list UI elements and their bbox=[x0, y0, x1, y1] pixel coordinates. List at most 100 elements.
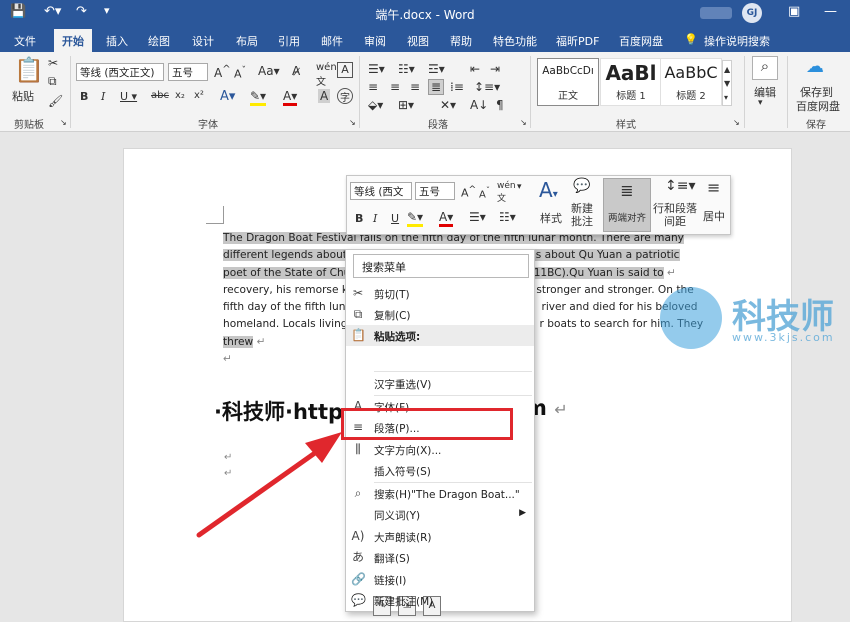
paragraph-launcher-icon[interactable]: ↘ bbox=[520, 118, 527, 127]
menu-item-search[interactable]: ⌕ 搜索(H)"The Dragon Boat..." bbox=[346, 483, 534, 504]
mini-justify-button[interactable]: ≣ 两端对齐 bbox=[603, 178, 651, 232]
mini-font-name-select[interactable]: 等线 (西文 bbox=[350, 182, 412, 200]
baidu-cloud-icon[interactable]: ☁ bbox=[806, 56, 824, 77]
tab-layout[interactable]: 布局 bbox=[236, 33, 258, 49]
menu-item-cut[interactable]: ✂ 剪切(T) bbox=[346, 283, 534, 304]
styles-scroll[interactable]: ▲ ▼ ▾ bbox=[722, 60, 733, 106]
increase-indent-icon[interactable]: ⇥ bbox=[490, 62, 500, 76]
tab-special-features[interactable]: 特色功能 bbox=[493, 33, 537, 49]
minimize-icon[interactable]: — bbox=[824, 4, 837, 19]
shrink-font-icon[interactable]: Aˇ bbox=[234, 65, 246, 81]
text-effects-icon[interactable]: A▾ bbox=[220, 89, 235, 104]
menu-item-new-comment[interactable]: 💬 新建批注(M) bbox=[346, 590, 534, 611]
paste-button[interactable]: 粘贴 bbox=[12, 88, 34, 104]
numbering-icon[interactable]: ☷▾ bbox=[398, 62, 415, 76]
highlight-color-icon[interactable]: ✎▾ bbox=[250, 89, 267, 106]
tab-mailings[interactable]: 邮件 bbox=[321, 33, 343, 49]
copy-icon[interactable]: ⧉ bbox=[48, 74, 57, 89]
style-heading-1[interactable]: AaBl 标题 1 bbox=[600, 58, 662, 106]
mini-shrink-font-icon[interactable]: Aˇ bbox=[479, 185, 490, 200]
mini-bullets-icon[interactable]: ☰▾ bbox=[469, 210, 486, 224]
sort-icon[interactable]: A↓ bbox=[470, 98, 488, 112]
format-painter-icon[interactable]: 🖌 bbox=[48, 94, 63, 108]
mini-styles-button[interactable]: 样式 bbox=[540, 210, 562, 226]
tab-view[interactable]: 视图 bbox=[407, 33, 429, 49]
chinese-layout-icon[interactable]: ✕▾ bbox=[440, 98, 456, 112]
italic-icon[interactable]: I bbox=[101, 90, 105, 103]
char-border-icon[interactable]: A bbox=[337, 62, 353, 78]
paste-icon[interactable]: 📋 bbox=[14, 56, 44, 84]
line-spacing-icon[interactable]: ↕≡▾ bbox=[474, 80, 500, 94]
change-case-icon[interactable]: Aa▾ bbox=[258, 64, 280, 78]
cut-icon[interactable]: ✂ bbox=[48, 56, 58, 70]
mini-bold-icon[interactable]: B bbox=[355, 212, 363, 225]
superscript-icon[interactable]: x² bbox=[194, 90, 204, 101]
mini-comment-icon[interactable]: 💬 bbox=[573, 178, 590, 194]
clipboard-launcher-icon[interactable]: ↘ bbox=[60, 118, 67, 127]
menu-item-reconvert[interactable]: 汉字重选(V) bbox=[346, 373, 534, 394]
font-color-icon[interactable]: A▾ bbox=[283, 89, 298, 106]
heading-text[interactable]: ·科技师·http bbox=[214, 396, 343, 426]
multilevel-list-icon[interactable]: ☲▾ bbox=[428, 62, 445, 76]
menu-item-text-direction[interactable]: ⫼ 文字方向(X)... bbox=[346, 439, 534, 460]
tab-home[interactable]: 开始 bbox=[54, 29, 92, 52]
tab-draw[interactable]: 绘图 bbox=[148, 33, 170, 49]
font-launcher-icon[interactable]: ↘ bbox=[349, 118, 356, 127]
mini-italic-icon[interactable]: I bbox=[373, 212, 377, 225]
align-center-icon[interactable]: ≡ bbox=[390, 80, 400, 94]
tab-help[interactable]: 帮助 bbox=[450, 33, 472, 49]
align-right-icon[interactable]: ≡ bbox=[410, 80, 420, 94]
mini-grow-font-icon[interactable]: A^ bbox=[461, 184, 476, 200]
style-normal[interactable]: AaBbCcDı 正文 bbox=[537, 58, 599, 106]
align-left-icon[interactable]: ≡ bbox=[368, 80, 378, 94]
tell-me-search[interactable]: 操作说明搜索 bbox=[704, 33, 770, 49]
styles-launcher-icon[interactable]: ↘ bbox=[733, 118, 740, 127]
font-name-select[interactable]: 等线 (西文正文) bbox=[76, 63, 164, 81]
tab-design[interactable]: 设计 bbox=[192, 33, 214, 49]
menu-item-translate[interactable]: あ翻译(S) bbox=[346, 547, 534, 568]
clear-format-icon[interactable]: A̷ bbox=[292, 64, 300, 78]
bold-icon[interactable]: B bbox=[80, 90, 88, 103]
show-marks-icon[interactable]: ¶ bbox=[496, 98, 504, 112]
mini-phonetic-icon[interactable]: wén 文 bbox=[497, 181, 516, 204]
enclose-char-icon[interactable]: 字 bbox=[337, 88, 353, 104]
mini-line-spacing-icon[interactable]: ↕≡▾ bbox=[665, 178, 696, 194]
bullets-icon[interactable]: ☰▾ bbox=[368, 62, 385, 76]
menu-item-copy[interactable]: ⧉ 复制(C) bbox=[346, 304, 534, 325]
mini-new-comment-button[interactable]: 新建 批注 bbox=[571, 202, 593, 228]
mini-underline-icon[interactable]: U bbox=[391, 212, 399, 225]
ribbon-display-icon[interactable]: ▣ bbox=[788, 4, 800, 19]
mini-line-spacing-button[interactable]: 行和段落 间距 bbox=[653, 202, 697, 228]
menu-item-synonyms[interactable]: 同义词(Y) ▶ bbox=[346, 504, 534, 525]
char-shading-icon[interactable]: A bbox=[318, 89, 331, 103]
menu-item-link[interactable]: 🔗 链接(I) bbox=[346, 569, 534, 590]
mini-center-button[interactable]: 居中 bbox=[703, 208, 725, 224]
phonetic-guide-icon[interactable]: wén 文 bbox=[316, 62, 337, 88]
borders-icon[interactable]: ⊞▾ bbox=[398, 98, 414, 112]
menu-search-input[interactable]: 搜索菜单 bbox=[353, 254, 529, 278]
menu-item-insert-symbol[interactable]: 插入符号(S) bbox=[346, 460, 534, 481]
justify-icon[interactable]: ≣ bbox=[428, 79, 445, 95]
mini-font-size-select[interactable]: 五号 bbox=[415, 182, 455, 200]
search-icon[interactable]: ⌕ bbox=[752, 56, 778, 80]
decrease-indent-icon[interactable]: ⇤ bbox=[470, 62, 480, 76]
mini-font-color-icon[interactable]: A▾ bbox=[439, 210, 454, 227]
grow-font-icon[interactable]: A^ bbox=[214, 64, 231, 80]
tab-file[interactable]: 文件 bbox=[14, 33, 36, 49]
mini-styles-icon[interactable]: A▾ bbox=[539, 178, 558, 202]
save-to-label-2[interactable]: 百度网盘 bbox=[796, 98, 840, 114]
mini-numbering-icon[interactable]: ☷▾ bbox=[499, 210, 516, 224]
mini-chevron-down-icon[interactable]: ▾ bbox=[517, 182, 522, 192]
tab-insert[interactable]: 插入 bbox=[106, 33, 128, 49]
tab-foxit-pdf[interactable]: 福昕PDF bbox=[556, 33, 599, 49]
menu-item-read-aloud[interactable]: A) 大声朗读(R) bbox=[346, 526, 534, 547]
mini-center-icon[interactable]: ≡ bbox=[707, 178, 720, 197]
shading-icon[interactable]: ⬙▾ bbox=[368, 98, 383, 112]
tab-review[interactable]: 审阅 bbox=[364, 33, 386, 49]
strikethrough-icon[interactable]: abc bbox=[151, 90, 169, 101]
avatar[interactable]: GJ bbox=[742, 3, 762, 23]
distribute-icon[interactable]: ⁞≡ bbox=[450, 80, 464, 94]
tab-baidu-netdisk[interactable]: 百度网盘 bbox=[619, 33, 663, 49]
tab-references[interactable]: 引用 bbox=[278, 33, 300, 49]
style-heading-2[interactable]: AaBbC 标题 2 bbox=[660, 58, 722, 106]
